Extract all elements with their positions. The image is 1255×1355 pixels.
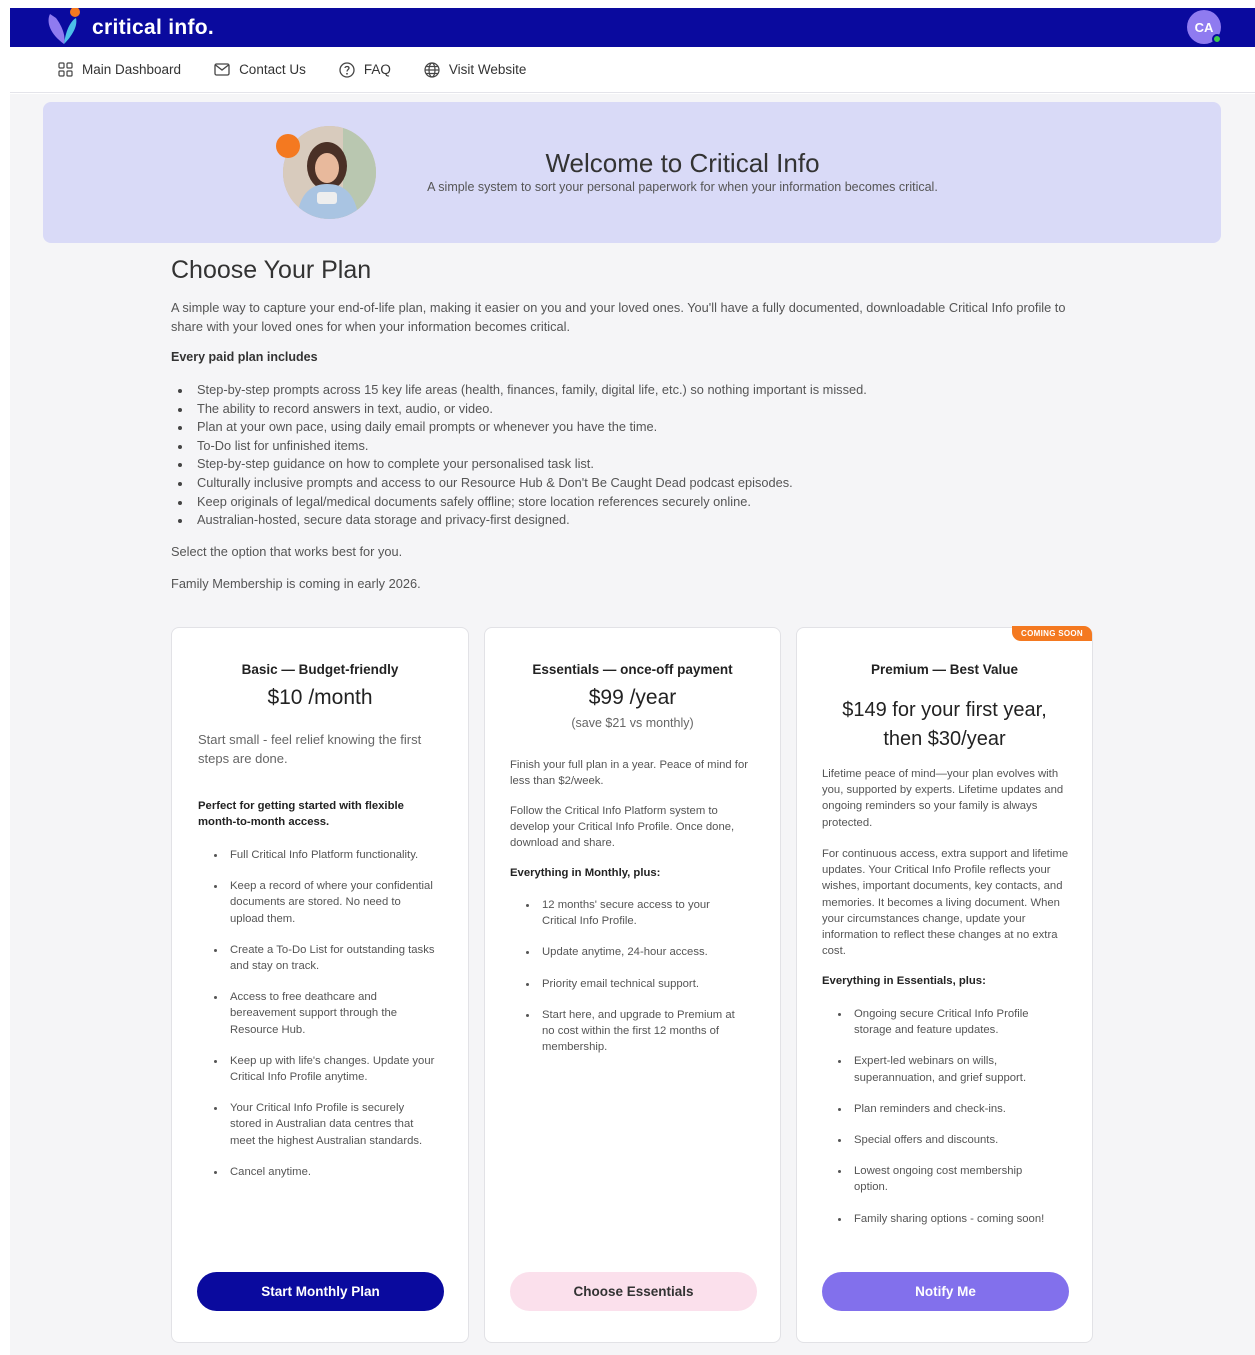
online-status-dot [1212,34,1222,44]
family-note: Family Membership is coming in early 202… [171,576,421,591]
list-item: Culturally inclusive prompts and access … [178,474,1057,493]
list-item: Step-by-step guidance on how to complete… [178,455,1057,474]
plan-plus-label: Everything in Essentials, plus: [822,975,986,987]
nav-label: Visit Website [448,62,527,77]
list-item: 12 months' secure access to your Critica… [526,897,742,929]
list-item: Keep up with life's changes. Update your… [214,1053,435,1085]
plan-description: Finish your full plan in a year. Peace o… [510,759,748,788]
avatar-initials: CA [1194,19,1214,35]
nav-label: Contact Us [239,62,306,77]
list-item: Keep a record of where your confidential… [214,878,435,927]
logo-icon [44,7,84,47]
list-item: Create a To-Do List for outstanding task… [214,942,435,974]
choose-essentials-button[interactable]: Choose Essentials [510,1272,757,1311]
list-item: Expert-led webinars on wills, superannua… [838,1053,1056,1085]
plan-title: Essentials — once-off payment [532,662,733,677]
plan-title: Premium — Best Value [870,662,1019,677]
plan-price: $99 /year [588,686,677,709]
list-item: Update anytime, 24-hour access. [526,944,742,960]
grid-icon [58,62,73,77]
plan-savings: (save $21 vs monthly) [571,716,694,730]
list-item: The ability to record answers in text, a… [178,400,1057,419]
plan-price-line-2: then $30/year [883,728,1006,750]
globe-icon [424,61,440,78]
plan-description: For continuous access, extra support and… [822,848,1069,958]
feature-list: Step-by-step prompts across 15 key life … [178,381,1057,530]
help-circle-icon [339,61,355,78]
top-bar: critical info. CA [10,7,1255,47]
list-item: Keep originals of legal/medical document… [178,493,1057,512]
list-item: Cancel anytime. [214,1164,435,1180]
plan-tagline: Start small - feel relief knowing the fi… [198,732,422,766]
notify-me-button[interactable]: Notify Me [822,1272,1069,1311]
plan-description: Follow the Critical Info Platform system… [510,805,735,850]
plan-price: $10 /month [267,686,373,709]
start-monthly-plan-button[interactable]: Start Monthly Plan [197,1272,444,1311]
coming-soon-badge: COMING SOON [1012,626,1092,641]
list-item: Access to free deathcare and bereavement… [214,989,435,1038]
includes-title: Every paid plan includes [171,350,318,364]
nav-faq[interactable]: FAQ [339,61,391,78]
plan-plus-label: Everything in Monthly, plus: [510,867,661,879]
plan-feature-list: Full Critical Info Platform functionalit… [214,847,435,1180]
plan-title: Basic — Budget-friendly [241,662,399,677]
list-item: Ongoing secure Critical Info Profile sto… [838,1006,1056,1038]
plan-price-line-1: $149 for your first year, [842,699,1047,721]
top-nav: Main Dashboard Contact Us FAQ Visit Webs… [10,47,1255,93]
logo[interactable]: critical info. [44,7,215,47]
welcome-banner: Welcome to Critical Info A simple system… [43,102,1221,243]
banner-title: Welcome to Critical Info [545,148,820,178]
list-item: Start here, and upgrade to Premium at no… [526,1007,742,1056]
list-item: Your Critical Info Profile is securely s… [214,1100,435,1149]
page-title: Choose Your Plan [171,256,372,284]
nav-label: Main Dashboard [82,62,182,77]
nav-visit-website[interactable]: Visit Website [424,61,527,78]
plan-card-basic: Basic — Budget-friendly $10 /month Start… [171,627,469,1343]
plan-feature-list: Ongoing secure Critical Info Profile sto… [838,1006,1056,1227]
list-item: Priority email technical support. [526,976,742,992]
list-item: To-Do list for unfinished items. [178,437,1057,456]
nav-contact-us[interactable]: Contact Us [214,62,306,77]
banner-subtitle: A simple system to sort your personal pa… [427,180,938,194]
plan-perfect-for: Perfect for getting started with flexibl… [198,800,404,829]
list-item: Family sharing options - coming soon! [838,1211,1056,1227]
logo-text: critical info. [92,15,215,39]
nav-label: FAQ [363,62,391,77]
list-item: Special offers and discounts. [838,1132,1056,1148]
plan-description: Lifetime peace of mind—your plan evolves… [822,768,1064,829]
decor-orange-dot [276,134,300,158]
user-avatar[interactable]: CA [1187,10,1222,44]
select-note: Select the option that works best for yo… [171,544,403,559]
plan-card-premium: COMING SOON Premium — Best Value $149 fo… [796,626,1093,1343]
plan-card-essentials: Essentials — once-off payment $99 /year … [484,627,781,1343]
list-item: Lowest ongoing cost membership option. [838,1163,1056,1195]
plan-intro: A simple way to capture your end-of-life… [171,300,1066,334]
list-item: Step-by-step prompts across 15 key life … [178,381,1057,400]
list-item: Plan at your own pace, using daily email… [178,418,1057,437]
list-item: Full Critical Info Platform functionalit… [214,847,435,863]
list-item: Australian-hosted, secure data storage a… [178,511,1057,530]
plan-feature-list: 12 months' secure access to your Critica… [526,897,742,1056]
list-item: Plan reminders and check-ins. [838,1101,1056,1117]
nav-main-dashboard[interactable]: Main Dashboard [58,62,181,77]
mail-icon [214,63,230,76]
